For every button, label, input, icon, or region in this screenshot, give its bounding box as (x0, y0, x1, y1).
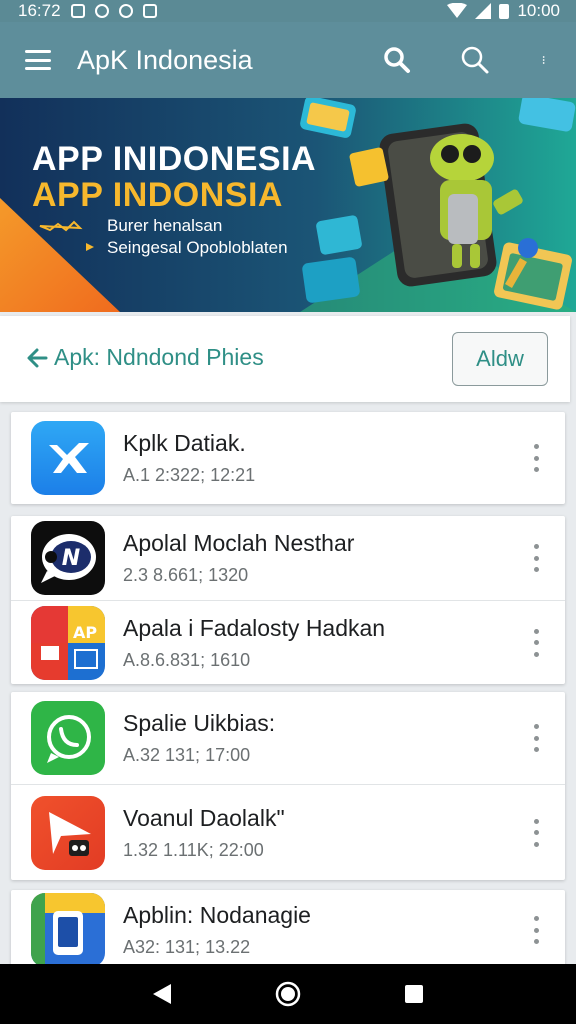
app-notification-icon (142, 4, 157, 18)
menu-icon[interactable] (25, 50, 51, 70)
search-icon[interactable] (382, 45, 412, 75)
more-vert-icon[interactable] (533, 544, 539, 572)
app-name: Kplk Datiak. (123, 430, 246, 456)
banner-tagline-1: Burer henalsan (107, 216, 223, 235)
list-item[interactable]: Voanul Daolalk" 1.32 1.11K; 22:00 (11, 784, 565, 880)
app-name: Apolal Moclah Nesthar (123, 530, 355, 556)
back-triangle-icon[interactable] (151, 982, 173, 1006)
back-link[interactable]: Apk: Ndndond Phies (26, 344, 264, 371)
phone-frame-icon (31, 893, 105, 967)
chat-bubble-icon: N (31, 521, 105, 595)
status-time-right: 10:00 (517, 1, 560, 20)
app-meta: A.8.6.831; 1610 (123, 649, 251, 670)
back-link-label: Apk: Ndndond Phies (54, 344, 264, 370)
app-card-1: Kplk Datiak. A.1 2:322; 12:21 (11, 412, 565, 504)
app-meta: 2.3 8.661; 1320 (123, 565, 249, 585)
list-item[interactable]: Spalie Uikbias: A.32 131; 17:00 (11, 692, 565, 784)
banner-tagline-2: Seingesal Opobloblaten (107, 238, 288, 257)
home-circle-icon[interactable] (275, 981, 301, 1007)
back-arrow-icon (27, 348, 48, 367)
app-meta: A32: 131; 13.22 (123, 937, 251, 957)
status-bar: 16:72 10:00 (0, 0, 576, 22)
shield-icon (94, 4, 109, 18)
wifi-icon (447, 3, 468, 18)
app-card-4: Apblin: Nodanagie A32: 131; 13.22 (11, 890, 565, 970)
xender-icon (31, 421, 105, 495)
section-header: Apk: Ndndond Phies Aldw (0, 316, 570, 402)
list-item[interactable]: Kplk Datiak. A.1 2:322; 12:21 (11, 412, 565, 504)
banner-subtitle: APP INDONSIA (32, 176, 283, 214)
list-item[interactable]: Apblin: Nodanagie A32: 131; 13.22 (11, 890, 565, 970)
promo-banner[interactable]: APP INIDONESIA APP INDONSIA Burer henals… (0, 98, 576, 312)
battery-icon (499, 3, 510, 19)
app-meta: 1.32 1.11K; 22:00 (123, 839, 264, 860)
status-time-left: 16:72 (18, 1, 61, 20)
whatsapp-icon (31, 701, 105, 775)
app-title: ApK Indonesia (77, 44, 253, 75)
more-vert-icon[interactable] (533, 444, 539, 472)
banner-title: APP INIDONESIA (32, 140, 317, 178)
notification-icon (70, 4, 85, 18)
svg-text:N: N (62, 546, 80, 571)
app-meta: A.32 131; 17:00 (123, 745, 251, 765)
overflow-menu-icon[interactable] (542, 45, 552, 75)
app-meta: A.1 2:322; 12:21 (123, 465, 256, 485)
more-vert-icon[interactable] (533, 916, 539, 944)
list-item[interactable]: AP Apala i Fadalosty Hadkan A.8.6.831; 1… (11, 600, 565, 684)
app-name: Apala i Fadalosty Hadkan (123, 614, 386, 641)
sync-icon (118, 4, 133, 18)
grid-apps-icon: AP (31, 605, 105, 680)
list-item[interactable]: N Apolal Moclah Nesthar 2.3 8.661; 1320 (11, 516, 565, 600)
search-icon-2[interactable] (460, 45, 490, 75)
system-nav-bar (0, 964, 576, 1024)
recents-square-icon[interactable] (403, 983, 425, 1005)
app-name: Apblin: Nodanagie (123, 902, 311, 928)
add-button[interactable]: Aldw (452, 332, 548, 386)
svg-text:AP: AP (73, 623, 97, 642)
more-vert-icon[interactable] (533, 628, 539, 657)
app-card-3: Spalie Uikbias: A.32 131; 17:00 Voanul D… (11, 692, 565, 880)
play-cut-icon (31, 795, 105, 870)
app-name: Voanul Daolalk" (123, 804, 285, 831)
signal-icon (475, 3, 492, 19)
more-vert-icon[interactable] (533, 818, 539, 847)
app-bar: ApK Indonesia (0, 22, 576, 98)
app-name: Spalie Uikbias: (123, 710, 276, 736)
app-card-2: N Apolal Moclah Nesthar 2.3 8.661; 1320 … (11, 516, 565, 684)
more-vert-icon[interactable] (533, 724, 539, 752)
